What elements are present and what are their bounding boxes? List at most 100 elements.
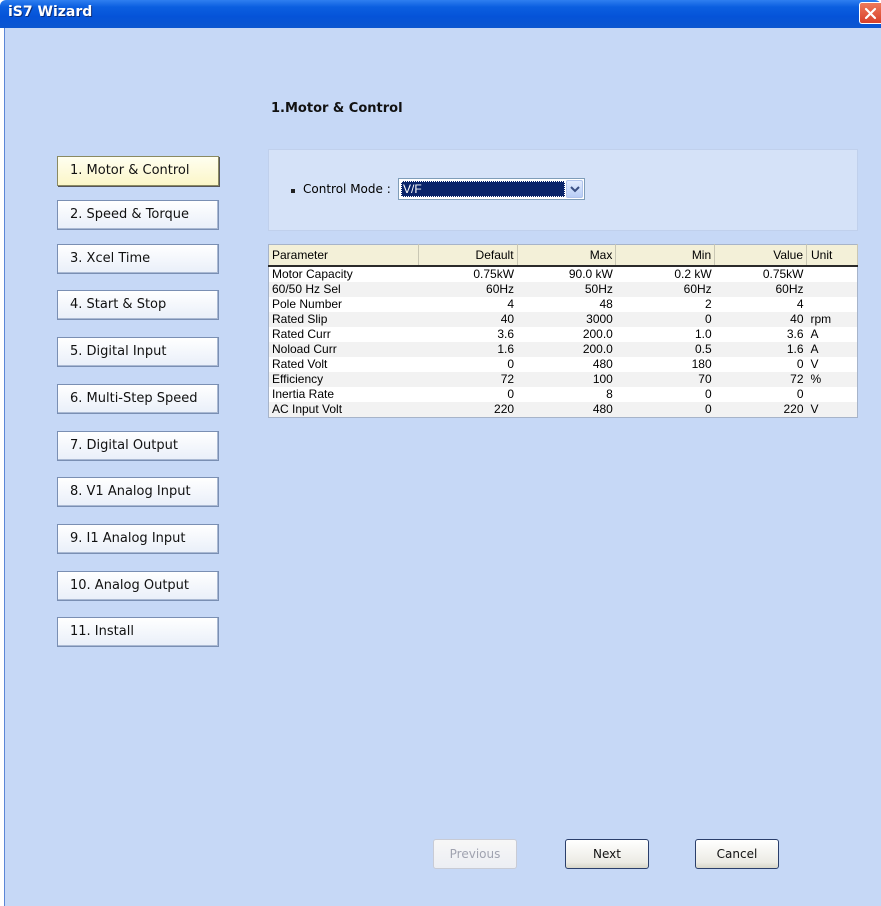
cell-max: 48 xyxy=(599,297,613,311)
cell-value[interactable]: 0.75kW xyxy=(715,266,807,282)
table-header-row: Parameter Default Max Min Value Unit xyxy=(268,244,858,267)
cell-default: 4 xyxy=(507,297,515,311)
cell-value[interactable]: 4 xyxy=(715,297,807,312)
cell-default: 3.6 xyxy=(497,327,515,341)
table-row[interactable]: Motor Capacity 0.75kW 90.0 kW 0.2 kW 0.7… xyxy=(269,266,858,282)
cell-value[interactable]: 0 xyxy=(715,357,807,372)
control-mode-value: V/F xyxy=(401,181,565,197)
cell-value[interactable]: 220 xyxy=(714,402,807,418)
cell-min: 0 xyxy=(615,312,715,327)
page-title: 1.Motor & Control xyxy=(271,101,403,116)
cell-value[interactable]: 60Hz xyxy=(714,282,807,297)
table-row[interactable]: Inertia Rate 0 8 0 0 xyxy=(269,387,858,402)
table-row[interactable]: AC Input Volt 220 480 0 220 V xyxy=(268,402,858,418)
cell-parameter: Motor Capacity xyxy=(272,267,353,281)
cell-parameter: Pole Number xyxy=(272,297,343,311)
cell-value[interactable]: 1.6 xyxy=(714,342,807,357)
dropdown-button[interactable] xyxy=(566,180,583,198)
cell-min: 1.0 xyxy=(694,327,712,341)
header-parameter[interactable]: Parameter xyxy=(268,244,419,267)
nav-i1-analog-input[interactable]: 9. I1 Analog Input xyxy=(57,524,219,554)
cell-parameter: Efficiency xyxy=(268,372,419,387)
table-row[interactable]: Rated Curr 3.6 200.0 1.0 3.6 A xyxy=(269,327,858,342)
nav-digital-output[interactable]: 7. Digital Output xyxy=(57,431,219,461)
cell-unit: A xyxy=(806,342,858,357)
cell-min: 0 xyxy=(704,387,712,401)
cell-value[interactable]: 3.6 xyxy=(715,327,807,342)
table-row[interactable]: 60/50 Hz Sel 60Hz 50Hz 60Hz 60Hz xyxy=(268,282,858,297)
header-max[interactable]: Max xyxy=(517,244,617,267)
header-default[interactable]: Default xyxy=(418,244,518,267)
cell-max: 100 xyxy=(517,372,616,387)
cell-value[interactable]: 40 xyxy=(714,312,807,327)
nav-v1-analog-input[interactable]: 8. V1 Analog Input xyxy=(57,477,219,507)
cell-unit: rpm xyxy=(806,312,858,327)
cell-min: 60Hz xyxy=(615,282,715,297)
nav-motor-control[interactable]: 1. Motor & Control xyxy=(57,156,219,186)
cell-min: 0 xyxy=(615,402,715,418)
nav-xcel-time[interactable]: 3. Xcel Time xyxy=(57,244,219,274)
control-mode-select[interactable]: V/F xyxy=(398,178,585,200)
cell-min: 0.2 kW xyxy=(674,267,712,281)
header-min[interactable]: Min xyxy=(615,244,716,267)
bullet-icon xyxy=(291,189,295,193)
header-value[interactable]: Value xyxy=(714,244,808,267)
cell-max: 90.0 kW xyxy=(568,267,613,281)
cell-parameter: 60/50 Hz Sel xyxy=(268,282,419,297)
previous-button[interactable]: Previous xyxy=(433,839,517,869)
cell-unit xyxy=(806,282,858,297)
nav-multi-step-speed[interactable]: 6. Multi-Step Speed xyxy=(57,384,219,414)
cell-max: 200.0 xyxy=(582,327,613,341)
nav-install[interactable]: 11. Install xyxy=(57,617,219,647)
cell-unit xyxy=(807,387,858,402)
cell-max: 480 xyxy=(592,357,613,371)
cell-parameter: Rated Volt xyxy=(272,357,328,371)
cancel-button[interactable]: Cancel xyxy=(695,839,779,869)
control-mode-label: Control Mode : xyxy=(303,182,391,196)
cell-min: 180 xyxy=(691,357,712,371)
title-bar[interactable]: iS7 Wizard xyxy=(0,0,881,28)
cell-parameter: Inertia Rate xyxy=(272,387,335,401)
cell-value[interactable]: 0 xyxy=(715,387,807,402)
cell-parameter: Rated Slip xyxy=(268,312,419,327)
nav-speed-torque[interactable]: 2. Speed & Torque xyxy=(57,200,219,230)
control-mode-panel: Control Mode : V/F xyxy=(268,149,858,231)
cell-min: 2 xyxy=(704,297,712,311)
cell-parameter: Noload Curr xyxy=(268,342,419,357)
cell-default: 1.6 xyxy=(418,342,518,357)
table-row[interactable]: Rated Volt 0 480 180 0 V xyxy=(269,357,858,372)
table-row[interactable]: Noload Curr 1.6 200.0 0.5 1.6 A xyxy=(268,342,858,357)
cell-max: 480 xyxy=(517,402,616,418)
next-button[interactable]: Next xyxy=(565,839,649,869)
parameter-table: Parameter Default Max Min Value Unit Mot… xyxy=(268,244,858,418)
cell-default: 40 xyxy=(418,312,518,327)
cell-value[interactable]: 72 xyxy=(714,372,807,387)
header-unit[interactable]: Unit xyxy=(806,244,858,267)
nav-start-stop[interactable]: 4. Start & Stop xyxy=(57,290,219,320)
table-row[interactable]: Pole Number 4 48 2 4 xyxy=(269,297,858,312)
cell-default: 0 xyxy=(507,387,515,401)
close-button[interactable] xyxy=(859,2,881,24)
cell-default: 0 xyxy=(507,357,515,371)
cell-default: 60Hz xyxy=(418,282,518,297)
cell-unit: A xyxy=(810,327,819,341)
cell-unit: V xyxy=(806,402,858,418)
cell-min: 70 xyxy=(615,372,715,387)
nav-digital-input[interactable]: 5. Digital Input xyxy=(57,337,219,367)
cell-default: 72 xyxy=(418,372,518,387)
cell-unit xyxy=(807,266,858,282)
cell-default: 0.75kW xyxy=(473,267,515,281)
cell-parameter: AC Input Volt xyxy=(268,402,419,418)
nav-analog-output[interactable]: 10. Analog Output xyxy=(57,571,219,601)
wizard-window: iS7 Wizard 1.Motor & Control 1. Motor & … xyxy=(0,0,881,906)
cell-max: 50Hz xyxy=(517,282,616,297)
wizard-client-area: 1.Motor & Control 1. Motor & Control 2. … xyxy=(4,28,881,906)
cell-unit: % xyxy=(806,372,858,387)
table-row[interactable]: Efficiency 72 100 70 72 % xyxy=(268,372,858,387)
cell-unit xyxy=(807,297,858,312)
table-row[interactable]: Rated Slip 40 3000 0 40 rpm xyxy=(268,312,858,327)
cell-parameter: Rated Curr xyxy=(272,327,331,341)
cell-max: 8 xyxy=(606,387,613,401)
cell-default: 220 xyxy=(418,402,518,418)
window-title: iS7 Wizard xyxy=(8,4,93,20)
